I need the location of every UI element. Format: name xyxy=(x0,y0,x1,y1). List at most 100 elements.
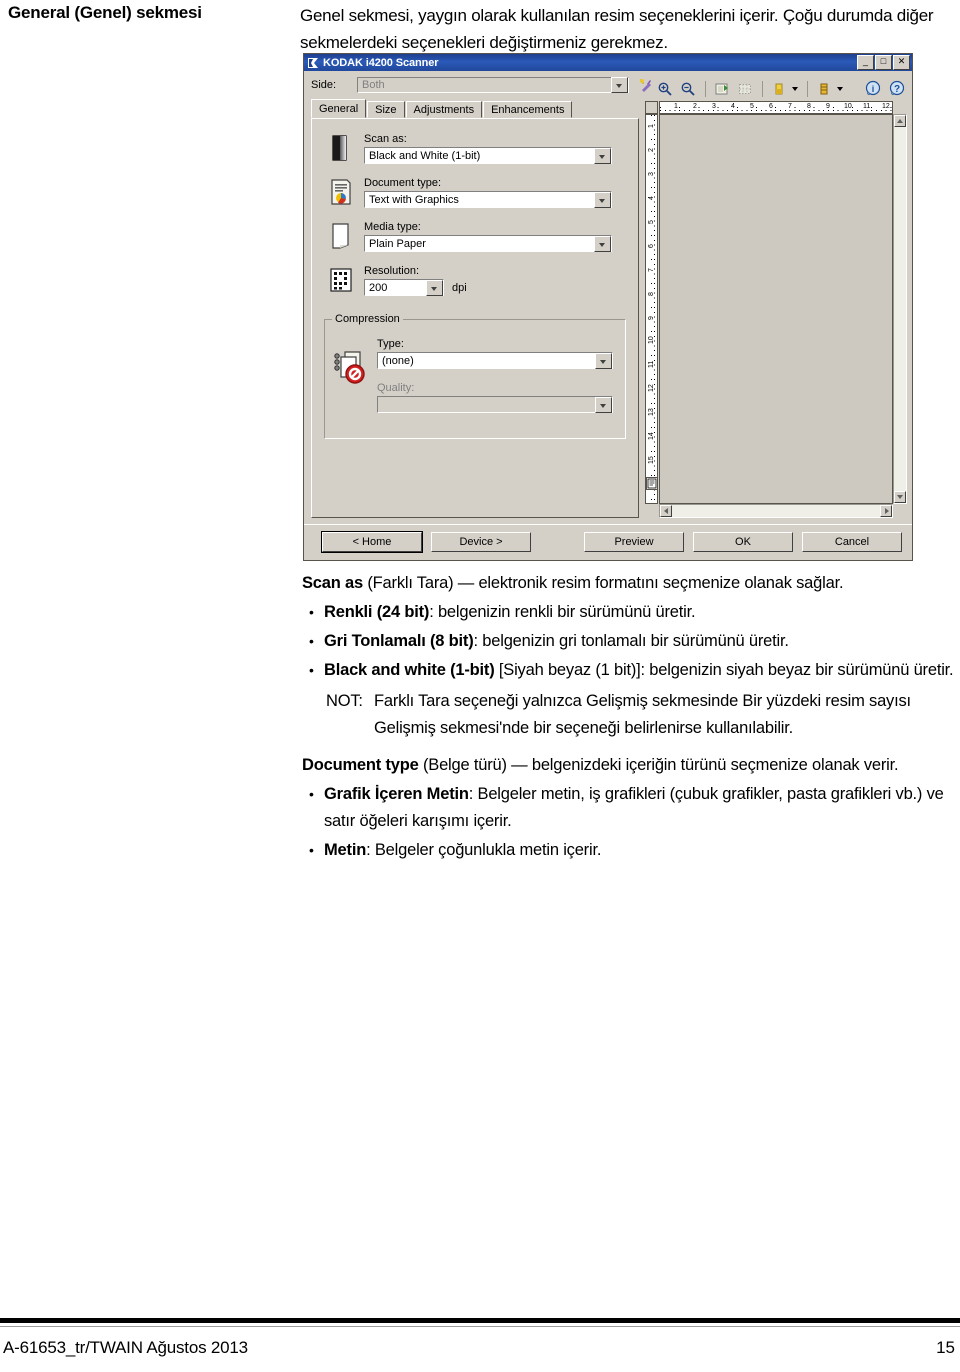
maximize-button[interactable]: □ xyxy=(875,55,892,70)
zoom-in-icon xyxy=(658,82,672,96)
chevron-down-icon[interactable] xyxy=(595,352,612,369)
device-button[interactable]: Device > xyxy=(431,532,531,552)
vertical-ruler: 1 2 3 4 5 6 7 8 9 10 11 12 13 14 15 16 xyxy=(645,114,658,504)
scroll-right-icon[interactable] xyxy=(880,505,892,517)
document-type-description: (Belge türü) — belgenizdeki içeriğin tür… xyxy=(418,756,899,774)
preview-vertical-scrollbar[interactable] xyxy=(893,114,907,504)
help-button[interactable]: ? xyxy=(886,79,908,99)
list-item: Gri Tonlamalı (8 bit): belgenizin gri to… xyxy=(302,628,956,655)
document-thumbnail-icon xyxy=(647,478,657,489)
general-settings-panel: Scan as: Black and White (1-bit) Documen… xyxy=(311,118,639,518)
note-text: Farklı Tara seçeneği yalnızca Gelişmiş s… xyxy=(374,692,911,737)
document-type-term: Document type xyxy=(302,756,419,774)
media-type-label: Media type: xyxy=(364,221,421,233)
body-copy: Scan as (Farklı Tara) — elektronik resim… xyxy=(302,570,956,866)
scan-as-paragraph: Scan as (Farklı Tara) — elektronik resim… xyxy=(302,570,956,597)
preview-canvas[interactable] xyxy=(659,114,893,504)
compression-type-label: Type: xyxy=(377,338,404,350)
zoom-out-icon xyxy=(681,82,695,96)
scan-as-label: Scan as: xyxy=(364,133,407,145)
intro-paragraph: Genel sekmesi, yaygın olarak kullanılan … xyxy=(300,6,934,52)
bullet-text: : belgenizin renkli bir sürümünü üretir. xyxy=(429,603,696,621)
chevron-down-icon[interactable] xyxy=(426,279,443,296)
list-item: Black and white (1-bit) [Siyah beyaz (1 … xyxy=(302,657,956,684)
svg-text:?: ? xyxy=(894,84,900,95)
scan-as-combobox[interactable]: Black and White (1-bit) xyxy=(364,147,612,164)
scan-as-value: Black and White (1-bit) xyxy=(369,149,481,162)
side-label: Side: xyxy=(311,78,337,91)
tab-general[interactable]: General xyxy=(311,99,367,118)
toolbar-separator xyxy=(705,81,706,97)
preview-area: 1 2 3 4 5 6 7 8 9 10 11 12 1 2 3 4 5 6 7… xyxy=(645,101,907,518)
bullet-term: Metin xyxy=(324,841,367,859)
chevron-down-icon[interactable] xyxy=(837,87,843,91)
minimize-button[interactable]: _ xyxy=(857,55,874,70)
document-type-label: Document type: xyxy=(364,177,442,189)
chevron-down-icon[interactable] xyxy=(792,87,798,91)
scroll-down-icon[interactable] xyxy=(894,491,906,503)
chevron-down-icon[interactable] xyxy=(594,235,611,252)
cancel-button[interactable]: Cancel xyxy=(802,532,902,552)
scroll-left-icon[interactable] xyxy=(660,505,672,517)
compression-quality-label: Quality: xyxy=(377,382,415,394)
dialog-title-text: KODAK i4200 Scanner xyxy=(323,56,439,69)
contrast-button[interactable] xyxy=(813,79,835,99)
preview-button[interactable]: Preview xyxy=(584,532,684,552)
brightness-button[interactable] xyxy=(768,79,790,99)
resolution-combobox[interactable]: 200 xyxy=(364,279,444,296)
side-select[interactable]: Both xyxy=(357,76,629,93)
tab-size[interactable]: Size xyxy=(367,101,405,118)
media-type-combobox[interactable]: Plain Paper xyxy=(364,235,612,252)
ruler-corner xyxy=(645,101,658,114)
footer-divider-thin xyxy=(0,1326,960,1327)
svg-text:i: i xyxy=(872,84,875,94)
minimize-icon: _ xyxy=(862,56,868,66)
info-help-button[interactable]: i xyxy=(863,79,885,99)
compression-quality-combobox xyxy=(377,396,613,413)
bullet-term: Gri Tonlamalı (8 bit) xyxy=(324,632,474,650)
brightness-icon xyxy=(775,83,783,95)
wrench-icon xyxy=(639,78,651,92)
home-button[interactable]: < Home xyxy=(321,531,423,553)
resolution-field: Resolution: 200 dpi xyxy=(326,265,614,296)
rotate-image-button[interactable] xyxy=(711,79,733,99)
footer-page-number: 15 xyxy=(936,1338,955,1357)
tab-strip: General Size Adjustments Enhancements xyxy=(311,99,639,119)
scanner-dialog-screenshot: KODAK i4200 Scanner _ □ ✕ Side: Both i ?… xyxy=(303,53,913,561)
bullet-text: [Siyah beyaz (1 bit)]: belgenizin siyah … xyxy=(494,661,954,679)
bullet-text: : belgenizin gri tonlamalı bir sürümünü … xyxy=(473,632,789,650)
grid-button[interactable] xyxy=(734,79,756,99)
dialog-button-bar: < Home Device > Preview OK Cancel xyxy=(304,524,912,560)
scroll-up-icon[interactable] xyxy=(894,115,906,127)
compression-groupbox: Compression Type: (none) Quality: xyxy=(324,313,626,439)
compression-type-combobox[interactable]: (none) xyxy=(377,352,613,369)
chevron-down-icon[interactable] xyxy=(594,191,611,208)
resolution-icon xyxy=(330,268,352,292)
preview-horizontal-scrollbar[interactable] xyxy=(659,504,893,518)
zoom-in-button[interactable] xyxy=(654,79,676,99)
rotate-image-icon xyxy=(715,83,728,95)
document-type-field: Document type: Text with Graphics xyxy=(326,177,614,208)
media-type-value: Plain Paper xyxy=(369,237,426,250)
tab-enhancements[interactable]: Enhancements xyxy=(483,101,573,118)
document-type-combobox[interactable]: Text with Graphics xyxy=(364,191,612,208)
horizontal-ruler: 1 2 3 4 5 6 7 8 9 10 11 12 xyxy=(659,101,893,114)
bullet-term: Black and white (1-bit) xyxy=(324,661,495,679)
chevron-down-icon[interactable] xyxy=(594,147,611,164)
close-button[interactable]: ✕ xyxy=(893,55,910,70)
list-item: Grafik İçeren Metin: Belgeler metin, iş … xyxy=(302,781,956,835)
toolbar-separator xyxy=(762,81,763,97)
chevron-down-icon[interactable] xyxy=(611,76,628,93)
compression-icon xyxy=(334,351,365,384)
resolution-label: Resolution: xyxy=(364,265,420,277)
help-icon: ? xyxy=(889,80,905,96)
preview-thumbnail-toggle[interactable] xyxy=(646,477,658,490)
zoom-out-button[interactable] xyxy=(677,79,699,99)
ok-button[interactable]: OK xyxy=(693,532,793,552)
tab-adjustments[interactable]: Adjustments xyxy=(405,101,483,118)
info-help-icon: i xyxy=(865,80,881,96)
compression-legend: Compression xyxy=(332,313,403,325)
scan-as-icon xyxy=(332,135,347,161)
contrast-icon xyxy=(820,83,828,95)
note-block: NOT: Farklı Tara seçeneği yalnızca Geliş… xyxy=(302,688,956,742)
